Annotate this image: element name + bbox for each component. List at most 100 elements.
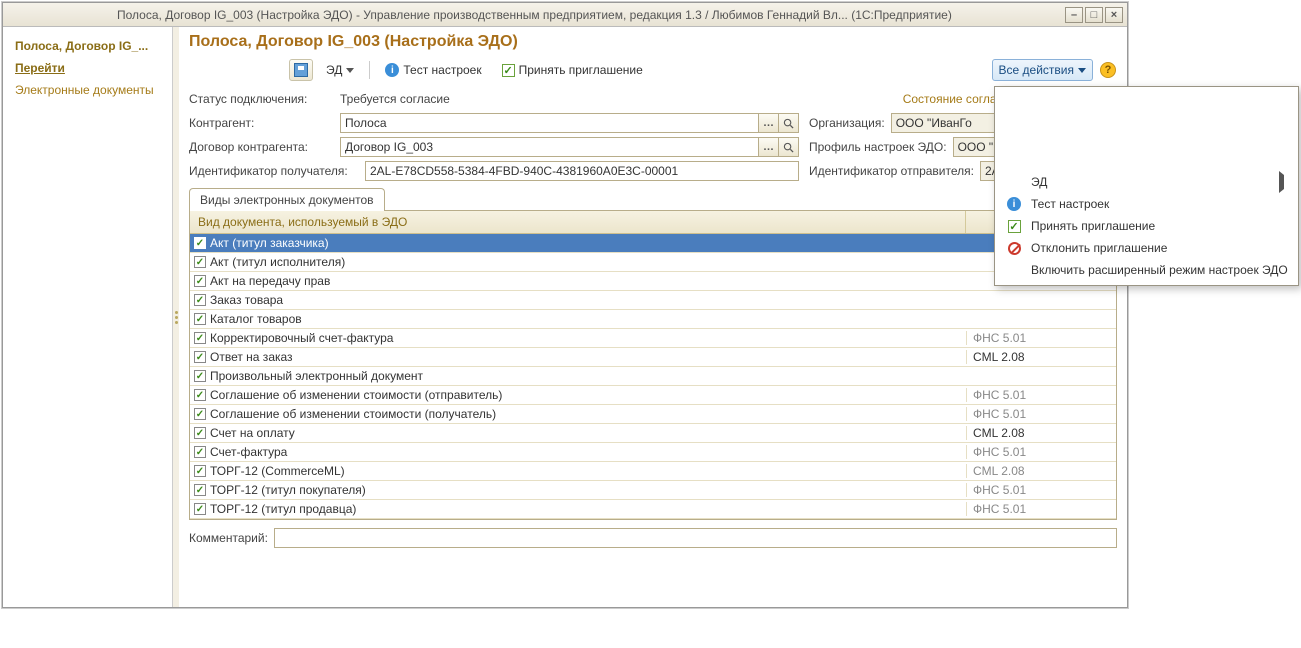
- all-actions-button[interactable]: Все действия: [992, 59, 1093, 81]
- row-name: ТОРГ-12 (титул покупателя): [210, 483, 366, 497]
- table-row[interactable]: ✓Счет на оплатуCML 2.08: [190, 424, 1116, 443]
- table-row[interactable]: ✓ Корректировочный счет-фактура ФНС 5.01: [190, 329, 1116, 348]
- check-icon: ✓: [502, 64, 515, 77]
- row-version: CML 2.08: [966, 464, 1116, 478]
- row-checkbox[interactable]: ✓: [194, 389, 206, 401]
- row-name: Произвольный электронный документ: [210, 369, 423, 383]
- row-name: Каталог товаров: [210, 312, 302, 326]
- ed-menu-button[interactable]: ЭД: [319, 59, 361, 81]
- separator: [369, 61, 370, 79]
- doc-types-grid: Вид документа, используемый в ЭДО ✓Акт (…: [189, 211, 1117, 520]
- menu-item-test[interactable]: i Тест настроек: [995, 193, 1298, 215]
- table-row[interactable]: ✓Счет-фактураФНС 5.01: [190, 443, 1116, 462]
- row-checkbox[interactable]: ✓: [194, 446, 206, 458]
- window-title: Полоса, Договор IG_003 (Настройка ЭДО) -…: [7, 8, 1065, 22]
- contract-label: Договор контрагента:: [189, 140, 334, 154]
- counterparty-label: Контрагент:: [189, 116, 334, 130]
- save-button[interactable]: [289, 59, 313, 81]
- table-row[interactable]: ✓ ТОРГ-12 (CommerceML) CML 2.08: [190, 462, 1116, 481]
- table-row[interactable]: ✓ Соглашение об изменении стоимости (отпр…: [190, 386, 1116, 405]
- tab-strip: Виды электронных документов: [189, 187, 1117, 211]
- table-row[interactable]: ✓ Соглашение об изменении стоимости (полу…: [190, 405, 1116, 424]
- row-checkbox[interactable]: ✓: [194, 332, 206, 344]
- row-checkbox[interactable]: ✓: [194, 370, 206, 382]
- grid-body[interactable]: ✓Акт (титул заказчика)✓Акт (титул исполн…: [190, 234, 1116, 519]
- row-checkbox[interactable]: ✓: [194, 275, 206, 287]
- accept-invite-button[interactable]: ✓Принять приглашение: [495, 59, 650, 81]
- status-value: Требуется согласие: [340, 92, 450, 106]
- contract-input[interactable]: Договор IG_003: [340, 137, 759, 157]
- menu-item-ed[interactable]: ЭД: [995, 171, 1298, 193]
- recv-id-input[interactable]: 2AL-E78CD558-5384-4FBD-940C-4381960A0E3C…: [365, 161, 799, 181]
- maximize-button[interactable]: □: [1085, 7, 1103, 23]
- sidebar-item-edocs[interactable]: Электронные документы: [3, 79, 172, 101]
- row-checkbox[interactable]: ✓: [194, 256, 206, 268]
- page-title: Полоса, Договор IG_003 (Настройка ЭДО): [189, 33, 1117, 51]
- status-row: Статус подключения: Требуется согласие С…: [189, 89, 1117, 109]
- menu-item-decline[interactable]: Отклонить приглашение: [995, 237, 1298, 259]
- row-name: Заказ товара: [210, 293, 283, 307]
- table-row[interactable]: ✓Акт (титул исполнителя): [190, 253, 1116, 272]
- row-name: ТОРГ-12 (CommerceML): [210, 464, 345, 478]
- counterparty-pick-button[interactable]: …: [759, 113, 779, 133]
- test-settings-button[interactable]: iТест настроек: [378, 59, 488, 81]
- row-name: Соглашение об изменении стоимости (отпра…: [210, 388, 502, 402]
- window-body: Полоса, Договор IG_... Перейти Электронн…: [3, 27, 1127, 607]
- row-checkbox[interactable]: ✓: [194, 427, 206, 439]
- menu-advanced-label: Включить расширенный режим настроек ЭДО: [1031, 263, 1288, 277]
- table-row[interactable]: ✓ Каталог товаров: [190, 310, 1116, 329]
- contract-search-button[interactable]: [779, 137, 799, 157]
- row-checkbox[interactable]: ✓: [194, 294, 206, 306]
- chevron-right-icon: [1279, 175, 1288, 189]
- menu-item-accept[interactable]: ✓ Принять приглашение: [995, 215, 1298, 237]
- contract-row: Договор контрагента: Договор IG_003 … Пр…: [189, 137, 1117, 157]
- menu-item-advanced[interactable]: Включить расширенный режим настроек ЭДО: [995, 259, 1298, 281]
- menu-test-label: Тест настроек: [1031, 197, 1288, 211]
- counterparty-search-button[interactable]: [779, 113, 799, 133]
- row-name: Соглашение об изменении стоимости (получ…: [210, 407, 496, 421]
- row-checkbox[interactable]: ✓: [194, 351, 206, 363]
- row-name: Корректировочный счет-фактура: [210, 331, 393, 345]
- row-checkbox[interactable]: ✓: [194, 503, 206, 515]
- table-row[interactable]: ✓ Произвольный электронный документ: [190, 367, 1116, 386]
- table-row[interactable]: ✓Ответ на заказCML 2.08: [190, 348, 1116, 367]
- counterparty-input[interactable]: Полоса: [340, 113, 759, 133]
- row-checkbox[interactable]: ✓: [194, 408, 206, 420]
- table-row[interactable]: ✓ТОРГ-12 (титул покупателя)ФНС 5.01: [190, 481, 1116, 500]
- chevron-down-icon: [346, 68, 354, 73]
- row-version: ФНС 5.01: [966, 407, 1116, 421]
- app-window: Полоса, Договор IG_003 (Настройка ЭДО) -…: [2, 2, 1128, 608]
- row-checkbox[interactable]: ✓: [194, 484, 206, 496]
- contract-pick-button[interactable]: …: [759, 137, 779, 157]
- info-icon: i: [385, 63, 399, 77]
- sidebar-item-goto[interactable]: Перейти: [3, 57, 172, 79]
- all-actions-label: Все действия: [999, 63, 1074, 77]
- row-checkbox[interactable]: ✓: [194, 465, 206, 477]
- minimize-button[interactable]: –: [1065, 7, 1083, 23]
- row-version: ФНС 5.01: [966, 445, 1116, 459]
- help-icon: ?: [1100, 62, 1116, 78]
- table-row[interactable]: ✓Акт на передачу прав: [190, 272, 1116, 291]
- menu-accept-label: Принять приглашение: [1031, 219, 1288, 233]
- row-checkbox[interactable]: ✓: [194, 237, 206, 249]
- close-button[interactable]: ×: [1105, 7, 1123, 23]
- search-icon: [783, 142, 794, 153]
- row-checkbox[interactable]: ✓: [194, 313, 206, 325]
- table-row[interactable]: ✓ТОРГ-12 (титул продавца)ФНС 5.01: [190, 500, 1116, 519]
- row-version: ФНС 5.01: [966, 331, 1116, 345]
- row-name: Счет на оплату: [210, 426, 295, 440]
- grid-header: Вид документа, используемый в ЭДО: [190, 211, 1116, 234]
- row-version: ФНС 5.01: [966, 388, 1116, 402]
- table-row[interactable]: ✓ Заказ товара: [190, 291, 1116, 310]
- row-name: Ответ на заказ: [210, 350, 293, 364]
- help-button[interactable]: ?: [1099, 59, 1117, 81]
- sidebar: Полоса, Договор IG_... Перейти Электронн…: [3, 27, 173, 607]
- menu-ed-label: ЭД: [1031, 175, 1271, 189]
- sidebar-item-title[interactable]: Полоса, Договор IG_...: [3, 35, 172, 57]
- table-row[interactable]: ✓Акт (титул заказчика): [190, 234, 1116, 253]
- tab-doc-types[interactable]: Виды электронных документов: [189, 188, 385, 211]
- tabs: Виды электронных документов Вид документ…: [189, 187, 1117, 520]
- grid-col-name[interactable]: Вид документа, используемый в ЭДО: [190, 211, 966, 233]
- toolbar: ЭД iТест настроек ✓Принять приглашение В…: [189, 59, 1117, 81]
- comment-input[interactable]: [274, 528, 1117, 548]
